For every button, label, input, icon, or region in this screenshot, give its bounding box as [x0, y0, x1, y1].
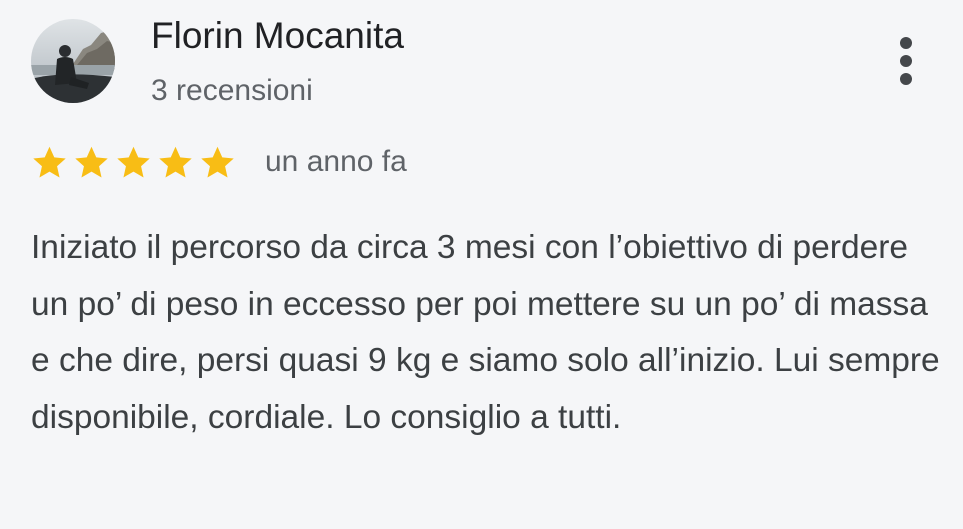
more-vert-icon-dot: [900, 73, 912, 85]
star-icon: [201, 146, 234, 177]
author-name[interactable]: Florin Mocanita: [151, 14, 404, 58]
star-icon: [117, 146, 150, 177]
author-review-count[interactable]: 3 recensioni: [151, 71, 313, 111]
more-options-button[interactable]: [886, 30, 926, 92]
star-rating: [31, 144, 236, 181]
star-icon: [33, 146, 66, 177]
review-card: Florin Mocanita 3 recensioni un anno fa …: [0, 0, 963, 529]
star-icon: [159, 146, 192, 177]
more-vert-icon-dot: [900, 55, 912, 67]
review-date: un anno fa: [265, 145, 407, 178]
avatar-photo: [31, 19, 115, 103]
avatar[interactable]: [31, 19, 115, 103]
review-text: Iniziato il percorso da circa 3 mesi con…: [31, 229, 940, 436]
star-icon: [75, 146, 108, 177]
more-vert-icon: [900, 37, 912, 49]
rating-row: un anno fa: [31, 138, 407, 186]
